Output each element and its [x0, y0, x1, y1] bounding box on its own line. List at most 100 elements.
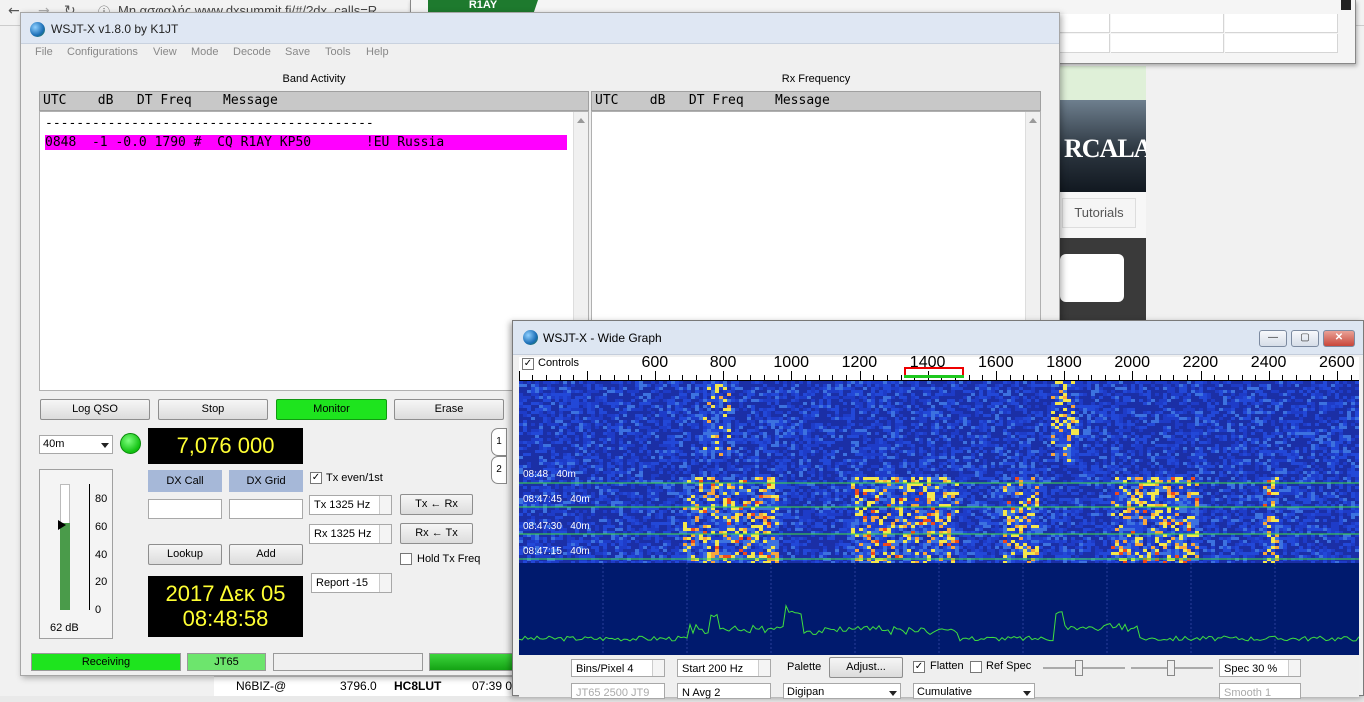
spinner-icon[interactable] — [379, 525, 391, 543]
waterfall-cell — [691, 486, 695, 489]
decode-row[interactable]: 0848 -1 -0.0 1790 # CQ R1AY KP50 !EU Rus… — [45, 135, 567, 150]
waterfall-cell — [979, 441, 983, 444]
tx-from-rx-button[interactable]: Tx ← Rx — [400, 494, 473, 515]
waterfall-cell — [727, 489, 731, 492]
waterfall-cell — [1351, 465, 1355, 468]
waterfall-cell — [671, 399, 675, 402]
waterfall-cell — [775, 465, 779, 468]
tx-freq-spinbox[interactable]: Tx 1325 Hz — [309, 495, 392, 515]
tx-even-checkbox[interactable]: ✓ — [310, 472, 322, 484]
wsjtx-logo-icon — [30, 22, 45, 37]
waterfall-cell — [919, 450, 923, 453]
stop-button[interactable]: Stop — [158, 399, 268, 420]
hold-tx-label: Hold Tx Freq — [417, 553, 480, 565]
waterfall-cell — [579, 429, 583, 432]
waterfall-cell — [547, 399, 551, 402]
waterfall-cell — [1223, 396, 1227, 399]
erase-button[interactable]: Erase — [394, 399, 504, 420]
waterfall-cell — [711, 432, 715, 435]
window-control[interactable] — [1341, 0, 1351, 10]
waterfall-cell — [723, 432, 727, 435]
freq-tick-label: 2400 — [1251, 354, 1287, 372]
waterfall-cell — [1303, 411, 1307, 414]
waterfall-cell — [1315, 459, 1319, 462]
menu-tools[interactable]: Tools — [325, 46, 351, 58]
band-select[interactable]: 40m — [39, 435, 113, 454]
waterfall-cell — [819, 474, 823, 477]
waterfall-cell — [715, 381, 719, 384]
waterfall-cell — [743, 471, 747, 474]
waterfall-cell — [995, 402, 999, 405]
menu-configurations[interactable]: Configurations — [67, 46, 138, 58]
scroll-up-icon[interactable] — [1029, 118, 1037, 123]
waterfall-cell — [927, 390, 931, 393]
waterfall-cell — [1159, 456, 1163, 459]
waterfall-cell — [1027, 471, 1031, 474]
waterfall-cell — [1167, 450, 1171, 453]
waterfall-cell — [1011, 495, 1015, 498]
back-icon[interactable]: ← — [8, 3, 20, 19]
rx-freq-spinbox[interactable]: Rx 1325 Hz — [309, 524, 392, 544]
controls-checkbox[interactable]: ✓ — [522, 358, 534, 370]
waterfall-cell — [1031, 462, 1035, 465]
rx-frequency-scrollbar[interactable] — [1025, 112, 1040, 320]
waterfall-cell — [1339, 402, 1343, 405]
waterfall-cell — [891, 435, 895, 438]
waterfall-cell — [1259, 384, 1263, 387]
menu-file[interactable]: File — [35, 46, 53, 58]
tutorials-link[interactable]: Tutorials — [1062, 198, 1136, 228]
dx-grid-input[interactable] — [229, 499, 303, 519]
waterfall-cell — [663, 423, 667, 426]
waterfall-cell — [1215, 435, 1219, 438]
waterfall-cell — [1107, 423, 1111, 426]
dx-call-input[interactable] — [148, 499, 222, 519]
hold-tx-checkbox[interactable] — [400, 553, 412, 565]
waterfall-cell — [1335, 453, 1339, 456]
waterfall-cell — [587, 402, 591, 405]
waterfall-cell — [1227, 390, 1231, 393]
log-qso-button[interactable]: Log QSO — [40, 399, 150, 420]
site-input-box[interactable] — [1060, 254, 1124, 302]
waterfall-cell — [647, 426, 651, 429]
spinner-icon[interactable] — [379, 496, 391, 514]
menu-view[interactable]: View — [153, 46, 177, 58]
tab-2[interactable]: 2 — [491, 456, 507, 484]
band-activity-list[interactable]: ----------------------------------------… — [39, 111, 589, 391]
tab-1[interactable]: 1 — [491, 428, 507, 456]
waterfall-cell — [1343, 420, 1347, 423]
waterfall-cell — [839, 471, 843, 474]
waterfall-cell — [1299, 474, 1303, 477]
rx-frequency-list[interactable] — [591, 111, 1041, 321]
menu-help[interactable]: Help — [366, 46, 389, 58]
report-spinbox[interactable]: Report -15 — [311, 573, 392, 593]
waterfall-cell — [1331, 429, 1335, 432]
frequency-ruler[interactable]: ✓ Controls 60080010001200140016001800200… — [519, 357, 1359, 381]
site-thumbnail[interactable]: RCALA — [1058, 100, 1146, 192]
maximize-icon[interactable]: ▢ — [1291, 330, 1319, 347]
close-icon[interactable]: ✕ — [1323, 330, 1355, 347]
monitor-button[interactable]: Monitor — [276, 399, 387, 420]
menu-mode[interactable]: Mode — [191, 46, 219, 58]
waterfall-cell — [875, 381, 879, 384]
waterfall-cell — [799, 453, 803, 456]
waterfall-display[interactable]: 08:48 40m 08:47:45 40m 08:47:30 40m 08:4… — [519, 381, 1359, 563]
waterfall-cell — [1171, 438, 1175, 441]
menu-decode[interactable]: Decode — [233, 46, 271, 58]
waterfall-cell — [1183, 432, 1187, 435]
waterfall-cell — [867, 492, 871, 495]
rx-from-tx-button[interactable]: Rx ← Tx — [400, 523, 473, 544]
waterfall-cell — [1335, 381, 1339, 384]
waterfall-cell — [1343, 462, 1347, 465]
lookup-button[interactable]: Lookup — [148, 544, 222, 565]
waterfall-cell — [527, 441, 531, 444]
menu-save[interactable]: Save — [285, 46, 310, 58]
waterfall-cell — [1287, 492, 1291, 495]
waterfall-cell — [1307, 471, 1311, 474]
spinner-icon[interactable] — [379, 574, 391, 592]
minimize-icon[interactable]: — — [1259, 330, 1287, 347]
waterfall-cell — [1119, 426, 1123, 429]
waterfall-cell — [895, 408, 899, 411]
waterfall-cell — [607, 468, 611, 471]
scroll-up-icon[interactable] — [577, 118, 585, 123]
add-button[interactable]: Add — [229, 544, 303, 565]
